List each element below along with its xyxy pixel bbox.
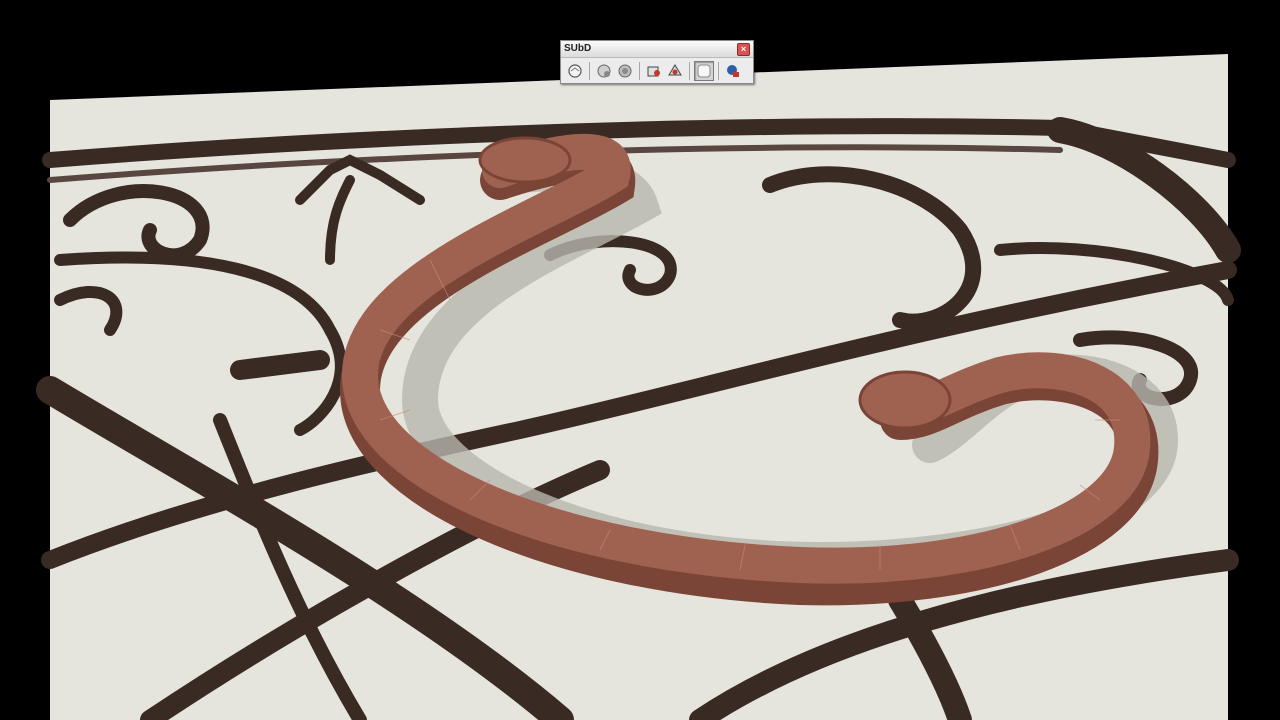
- model-end-cap-top: [478, 136, 572, 184]
- toolbar-buttons: [561, 58, 753, 81]
- subd-convert-icon: [647, 66, 660, 77]
- close-button[interactable]: ×: [737, 43, 750, 56]
- subd-refine-icon: [597, 64, 611, 78]
- subd-attach-button[interactable]: [665, 61, 685, 81]
- toolbar-separator: [639, 62, 640, 80]
- toolbar-titlebar[interactable]: SUbD ×: [561, 41, 753, 58]
- toolbar-title: SUbD: [564, 43, 592, 54]
- 3d-viewport[interactable]: SUbD ×: [0, 0, 1280, 720]
- subd-create-icon: [568, 64, 582, 78]
- subd-settings-icon: [727, 65, 739, 77]
- toolbar-separator: [589, 62, 590, 80]
- subd-refine-button[interactable]: [594, 61, 614, 81]
- subd-crease-button[interactable]: [615, 61, 635, 81]
- toolbar-separator: [718, 62, 719, 80]
- scene-render: [36, 54, 1241, 720]
- subd-smooth-preview-icon: [697, 64, 711, 78]
- subd-attach-icon: [668, 64, 682, 76]
- subd-settings-button[interactable]: [723, 61, 743, 81]
- toolbar-separator: [689, 62, 690, 80]
- subd-smooth-preview-button[interactable]: [694, 61, 714, 81]
- model-end-cap-right: [858, 370, 952, 430]
- subd-toolbar[interactable]: SUbD ×: [560, 40, 754, 84]
- subd-create-button[interactable]: [565, 61, 585, 81]
- subd-crease-icon: [618, 64, 632, 78]
- subd-convert-button[interactable]: [644, 61, 664, 81]
